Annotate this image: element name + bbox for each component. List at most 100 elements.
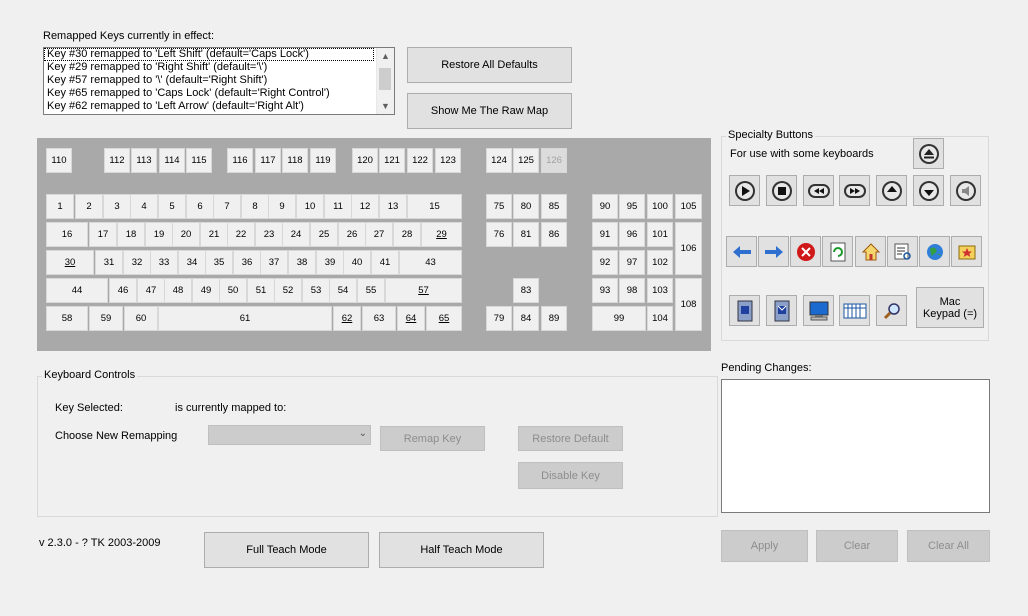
key-92[interactable]: 92 [592,250,618,275]
key-64[interactable]: 64 [397,306,425,331]
scroll-up-icon[interactable]: ▲ [377,48,394,64]
mac-keypad-button[interactable]: Mac Keypad (=) [916,287,984,328]
key-48[interactable]: 48 [164,278,192,303]
key-60[interactable]: 60 [124,306,158,331]
key-121[interactable]: 121 [379,148,405,173]
list-scrollbar[interactable]: ▲ ▼ [376,48,394,114]
key-96[interactable]: 96 [619,222,645,247]
key-26[interactable]: 26 [338,222,366,247]
key-33[interactable]: 33 [150,250,178,275]
key-61[interactable]: 61 [158,306,332,331]
list-item[interactable]: Key #29 remapped to 'Right Shift' (defau… [44,61,394,74]
key-123[interactable]: 123 [435,148,461,173]
key-105[interactable]: 105 [675,194,702,219]
web-forward-button[interactable] [758,236,789,267]
key-2[interactable]: 2 [75,194,103,219]
key-119[interactable]: 119 [310,148,336,173]
key-102[interactable]: 102 [647,250,673,275]
key-51[interactable]: 51 [247,278,275,303]
key-91[interactable]: 91 [592,222,618,247]
list-item[interactable]: Key #65 remapped to 'Caps Lock' (default… [44,87,394,100]
key-30[interactable]: 30 [46,250,94,275]
web-stop-button[interactable] [790,236,821,267]
key-3[interactable]: 3 [103,194,131,219]
clear-all-button[interactable]: Clear All [907,530,990,562]
key-6[interactable]: 6 [186,194,214,219]
key-54[interactable]: 54 [329,278,357,303]
key-95[interactable]: 95 [619,194,645,219]
key-38[interactable]: 38 [288,250,316,275]
key-112[interactable]: 112 [104,148,130,173]
key-98[interactable]: 98 [619,278,645,303]
key-103[interactable]: 103 [647,278,673,303]
key-34[interactable]: 34 [178,250,206,275]
web-refresh-button[interactable] [822,236,853,267]
key-110[interactable]: 110 [46,148,72,173]
key-100[interactable]: 100 [647,194,673,219]
key-126[interactable]: 126 [541,148,567,173]
key-81[interactable]: 81 [513,222,539,247]
key-9[interactable]: 9 [268,194,296,219]
key-35[interactable]: 35 [205,250,233,275]
key-46[interactable]: 46 [109,278,137,303]
key-32[interactable]: 32 [123,250,151,275]
key-58[interactable]: 58 [46,306,88,331]
key-84[interactable]: 84 [513,306,539,331]
key-125[interactable]: 125 [513,148,539,173]
remapped-keys-list[interactable]: Key #30 remapped to 'Left Shift' (defaul… [43,47,395,115]
key-19[interactable]: 19 [145,222,173,247]
pending-changes-box[interactable] [721,379,990,513]
key-12[interactable]: 12 [351,194,379,219]
key-108[interactable]: 108 [675,278,702,331]
key-22[interactable]: 22 [227,222,255,247]
key-115[interactable]: 115 [186,148,212,173]
key-20[interactable]: 20 [172,222,200,247]
key-27[interactable]: 27 [365,222,393,247]
key-17[interactable]: 17 [89,222,117,247]
half-teach-mode-button[interactable]: Half Teach Mode [379,532,544,568]
key-124[interactable]: 124 [486,148,512,173]
key-63[interactable]: 63 [362,306,396,331]
stop-button[interactable] [766,175,797,206]
play-button[interactable] [729,175,760,206]
key-31[interactable]: 31 [95,250,123,275]
rewind-button[interactable] [803,175,834,206]
key-15[interactable]: 15 [407,194,462,219]
key-18[interactable]: 18 [117,222,145,247]
key-99[interactable]: 99 [592,306,646,331]
my-computer-button[interactable] [729,295,760,326]
key-10[interactable]: 10 [296,194,324,219]
fast-forward-button[interactable] [839,175,870,206]
key-29[interactable]: 29 [421,222,462,247]
key-25[interactable]: 25 [310,222,338,247]
key-104[interactable]: 104 [647,306,673,331]
key-44[interactable]: 44 [46,278,108,303]
key-11[interactable]: 11 [324,194,352,219]
show-raw-map-button[interactable]: Show Me The Raw Map [407,93,572,129]
key-93[interactable]: 93 [592,278,618,303]
disable-key-button[interactable]: Disable Key [518,462,623,489]
key-80[interactable]: 80 [513,194,539,219]
key-86[interactable]: 86 [541,222,567,247]
remap-key-button[interactable]: Remap Key [380,426,485,451]
key-36[interactable]: 36 [233,250,261,275]
mute-button[interactable] [950,175,981,206]
key-24[interactable]: 24 [282,222,310,247]
key-122[interactable]: 122 [407,148,433,173]
web-search-button[interactable] [887,236,918,267]
key-114[interactable]: 114 [159,148,185,173]
key-97[interactable]: 97 [619,250,645,275]
calculator-button[interactable] [839,295,870,326]
key-76[interactable]: 76 [486,222,512,247]
key-106[interactable]: 106 [675,222,702,275]
key-117[interactable]: 117 [255,148,281,173]
list-item[interactable]: Key #57 remapped to '\' (default='Right … [44,74,394,87]
key-113[interactable]: 113 [131,148,157,173]
key-7[interactable]: 7 [213,194,241,219]
key-5[interactable]: 5 [158,194,186,219]
key-50[interactable]: 50 [219,278,247,303]
key-118[interactable]: 118 [282,148,308,173]
web-home-button[interactable] [855,236,886,267]
key-16[interactable]: 16 [46,222,88,247]
key-120[interactable]: 120 [352,148,378,173]
